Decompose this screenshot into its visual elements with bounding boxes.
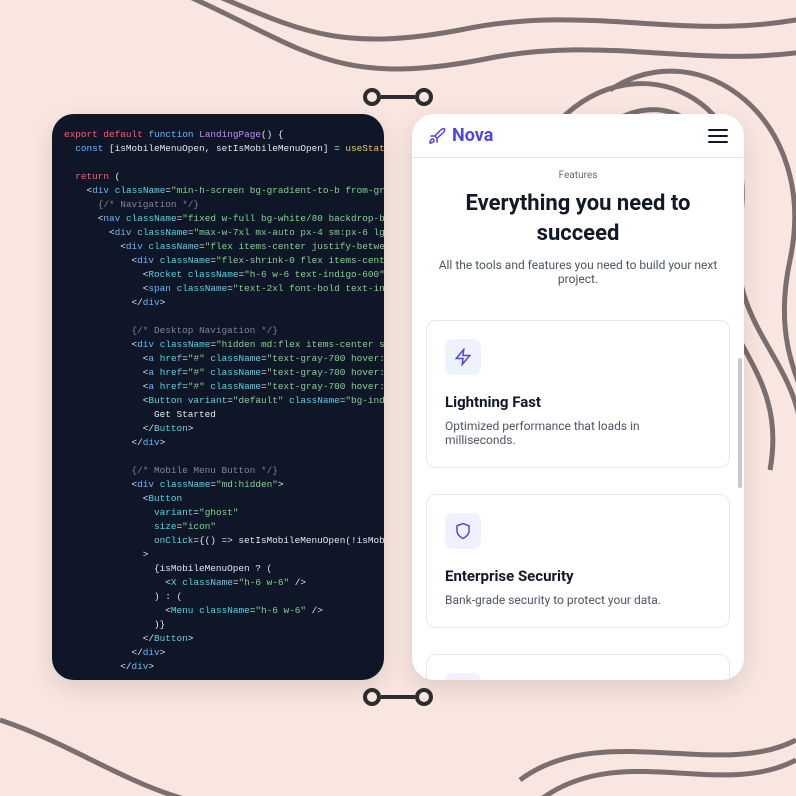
preview-body: Features Everything you need to succeed … (412, 158, 744, 680)
feature-card: Enterprise Security Bank-grade security … (426, 494, 730, 628)
feature-title: Lightning Fast (445, 393, 711, 411)
section-eyebrow: Features (420, 170, 736, 181)
code-attr: "min-h-screen bg-gradient-to-b from-gray… (171, 185, 384, 196)
zap-icon (445, 339, 481, 375)
feature-card: Lightning Fast Optimized performance tha… (426, 320, 730, 468)
brand[interactable]: Nova (428, 125, 493, 146)
feature-title: Enterprise Security (445, 567, 711, 585)
code-panel: export default function LandingPage() { … (52, 114, 384, 680)
rocket-icon (428, 127, 446, 145)
feature-sub: Optimized performance that loads in mill… (445, 419, 711, 447)
brand-name: Nova (452, 125, 493, 146)
code-fn-name: LandingPage (199, 129, 261, 140)
scrollbar[interactable] (738, 358, 742, 488)
preview-panel: Nova Features Everything you need to suc… (412, 114, 744, 680)
shield-icon (445, 513, 481, 549)
check-circle-icon (445, 673, 481, 680)
connector-top (363, 88, 433, 106)
section-headline: Everything you need to succeed (444, 189, 712, 248)
section-subhead: All the tools and features you need to b… (436, 258, 720, 286)
preview-header: Nova (412, 114, 744, 158)
feature-sub: Bank-grade security to protect your data… (445, 593, 711, 607)
feature-card (426, 654, 730, 680)
menu-icon[interactable] (708, 129, 728, 143)
connector-bottom (363, 688, 433, 706)
